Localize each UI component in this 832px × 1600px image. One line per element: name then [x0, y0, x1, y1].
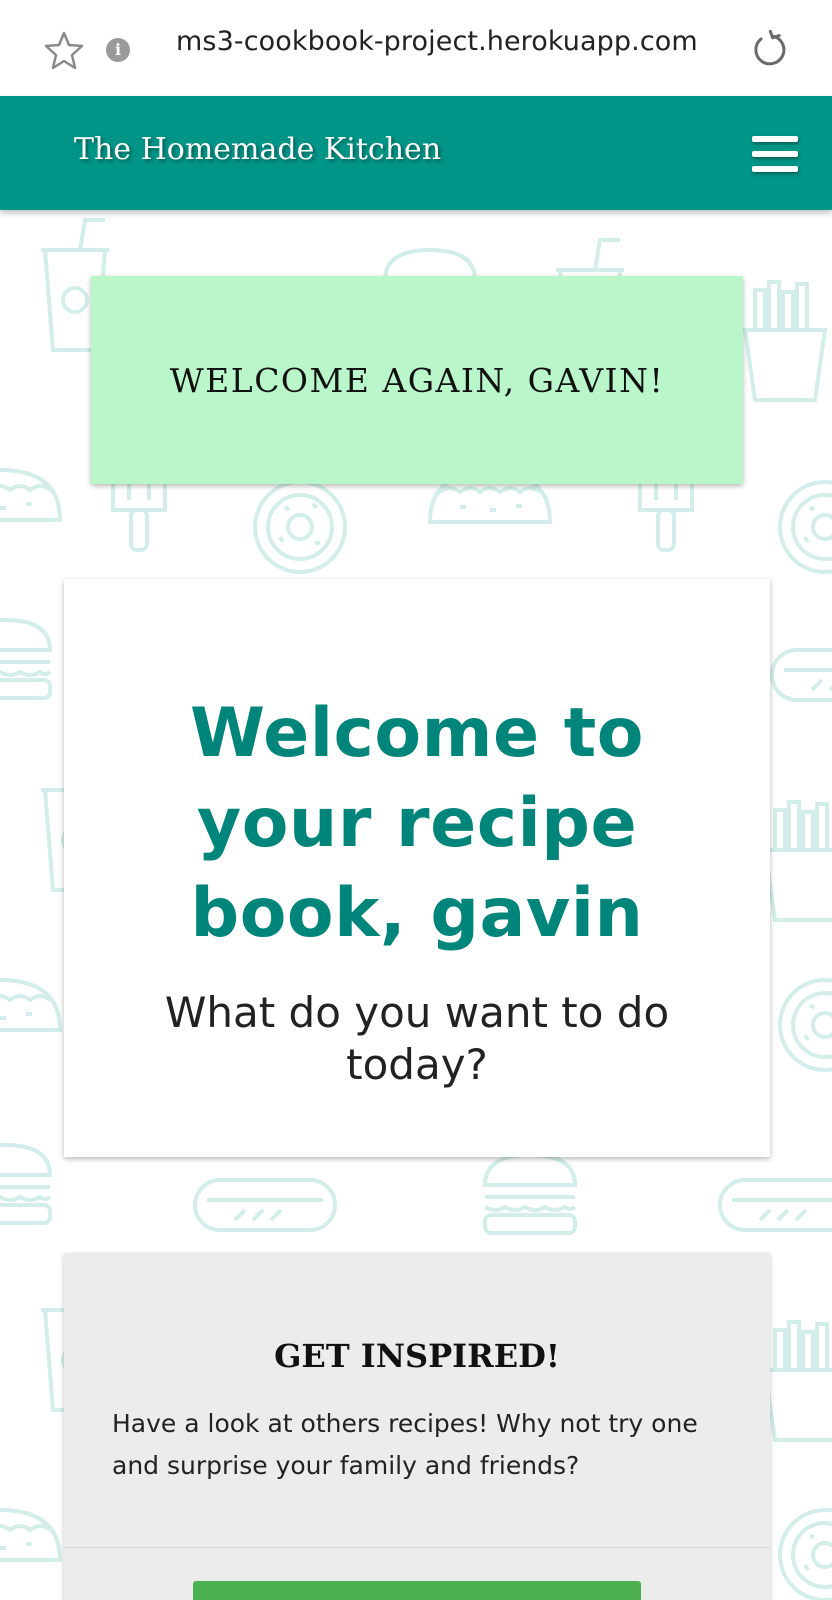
welcome-back-banner: WELCOME AGAIN, GAVIN! — [91, 276, 743, 484]
get-inspired-description: Have a look at others recipes! Why not t… — [112, 1409, 698, 1480]
reload-icon[interactable] — [748, 30, 788, 70]
welcome-card: Welcome to your recipe book, gavin What … — [64, 579, 770, 1157]
welcome-subheading: What do you want to do today? — [164, 988, 670, 1089]
info-icon[interactable]: i — [106, 38, 130, 62]
card-divider — [64, 1547, 770, 1548]
star-icon[interactable] — [44, 30, 84, 70]
welcome-heading: Welcome to your recipe book, gavin — [190, 694, 644, 953]
browse-recipes-button[interactable] — [193, 1581, 641, 1600]
navbar: The Homemade Kitchen — [0, 96, 832, 210]
welcome-back-text: WELCOME AGAIN, GAVIN! — [169, 360, 665, 400]
brand-logo[interactable]: The Homemade Kitchen — [74, 132, 441, 167]
page: i ms3-cookbook-project.herokuapp.com The… — [0, 0, 832, 1600]
get-inspired-card: GET INSPIRED! Have a look at others reci… — [64, 1253, 770, 1600]
hamburger-menu-icon[interactable] — [752, 136, 798, 172]
get-inspired-title: GET INSPIRED! — [274, 1337, 560, 1375]
browser-address-bar: i ms3-cookbook-project.herokuapp.com — [0, 0, 832, 96]
url-text[interactable]: ms3-cookbook-project.herokuapp.com — [176, 26, 698, 57]
